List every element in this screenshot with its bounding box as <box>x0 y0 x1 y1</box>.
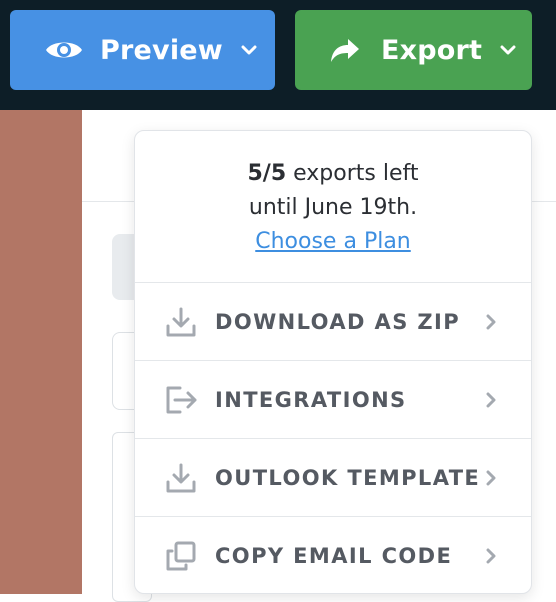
export-label: Export <box>381 34 483 66</box>
choose-plan-link[interactable]: Choose a Plan <box>255 229 411 254</box>
menu-item-integrations[interactable]: INTEGRATIONS <box>135 361 531 439</box>
export-quota: 5/5 exports left until June 19th. Choose… <box>135 131 531 283</box>
quota-text: exports left <box>293 161 419 186</box>
eye-icon <box>44 30 84 70</box>
side-panel <box>0 110 82 594</box>
menu-item-outlook-template[interactable]: OUTLOOK TEMPLATE <box>135 439 531 517</box>
quota-date: until June 19th. <box>248 195 418 220</box>
chevron-down-icon <box>500 44 516 56</box>
chevron-right-icon <box>485 392 497 408</box>
top-toolbar: Preview Export <box>0 0 556 110</box>
chevron-right-icon <box>485 470 497 486</box>
preview-label: Preview <box>100 34 223 66</box>
copy-icon <box>163 538 199 574</box>
preview-button[interactable]: Preview <box>10 10 275 90</box>
menu-item-download-zip[interactable]: DOWNLOAD AS ZIP <box>135 283 531 361</box>
menu-item-label: COPY EMAIL CODE <box>215 544 453 568</box>
chevron-down-icon <box>241 44 257 56</box>
integrations-icon <box>163 382 199 418</box>
download-icon <box>163 304 199 340</box>
chevron-right-icon <box>485 548 497 564</box>
download-icon <box>163 460 199 496</box>
menu-item-label: INTEGRATIONS <box>215 387 407 412</box>
menu-item-copy-email-code[interactable]: COPY EMAIL CODE <box>135 517 531 593</box>
menu-item-label: OUTLOOK TEMPLATE <box>215 465 481 490</box>
share-arrow-icon <box>325 30 365 70</box>
export-dropdown: 5/5 exports left until June 19th. Choose… <box>134 130 532 594</box>
quota-count: 5/5 <box>247 161 287 186</box>
chevron-right-icon <box>485 314 497 330</box>
export-button[interactable]: Export <box>295 10 532 90</box>
menu-item-label: DOWNLOAD AS ZIP <box>215 309 461 334</box>
